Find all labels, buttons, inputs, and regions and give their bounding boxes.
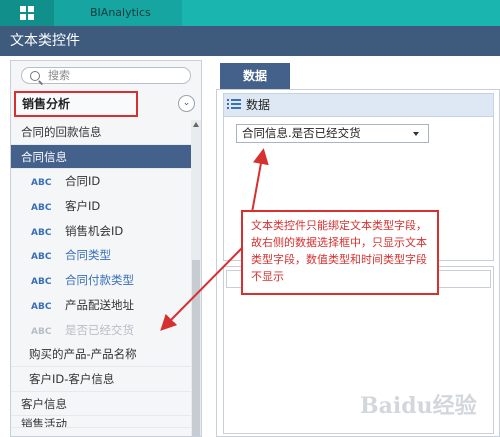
caret-down-icon[interactable] — [413, 132, 419, 136]
field-item[interactable]: ABC 是否已经交货 — [11, 318, 191, 343]
text-type-icon: ABC — [31, 326, 52, 337]
table-item[interactable]: 客户ID-客户信息 — [11, 367, 191, 392]
field-tree: 合同的回款信息 合同信息 ABC 合同ID ABC 客户ID ABC 销售机会ID ABC 合同类… — [11, 120, 191, 429]
field-item-label: 客户ID — [65, 199, 101, 214]
page-title: 文本类控件 — [0, 26, 500, 56]
field-item[interactable]: ABC 销售机会ID — [11, 219, 191, 244]
field-item-label: 产品配送地址 — [65, 297, 134, 312]
scrollbar-thumb[interactable] — [192, 260, 200, 436]
text-type-icon: ABC — [31, 277, 52, 288]
field-item-label: 是否已经交货 — [65, 322, 134, 337]
field-item-label: 合同付款类型 — [65, 273, 134, 288]
top-bar: BIAnalytics — [0, 0, 500, 26]
tab-data[interactable]: 数据 — [220, 63, 290, 89]
dataset-label[interactable]: 销售分析 — [14, 91, 138, 117]
table-item[interactable]: 客户信息 — [11, 392, 191, 417]
watermark: Baidu经验 — [360, 393, 477, 419]
scroll-up-icon[interactable] — [193, 122, 199, 127]
chevron-down-icon[interactable]: ⌄ — [178, 95, 195, 112]
field-item[interactable]: ABC 合同ID — [11, 169, 191, 194]
text-type-icon: ABC — [31, 252, 52, 263]
table-item[interactable]: 销售活动 — [11, 416, 191, 429]
field-item[interactable]: ABC 合同类型 — [11, 243, 191, 268]
field-select[interactable]: 合同信息.是否已经交货 — [236, 124, 429, 143]
search-icon — [30, 71, 40, 81]
text-type-icon: ABC — [31, 178, 52, 189]
data-section-header: 数据 — [223, 93, 494, 117]
text-type-icon: ABC — [31, 301, 52, 312]
dataset-selector[interactable]: 销售分析 ⌄ — [11, 89, 201, 119]
annotation-callout: 文本类控件只能绑定文本类型字段，故右侧的数据选择框中，只显示文本类型字段，数值类… — [241, 210, 439, 295]
list-icon — [227, 99, 241, 110]
table-item-selected[interactable]: 合同信息 — [11, 144, 191, 170]
search-placeholder: 搜索 — [48, 69, 70, 82]
text-type-icon: ABC — [31, 203, 52, 214]
field-item-label: 合同ID — [65, 174, 101, 189]
field-panel: 搜索 销售分析 ⌄ 合同的回款信息 合同信息 ABC 合同ID ABC 客户ID ABC 销售… — [10, 60, 202, 437]
text-type-icon: ABC — [31, 227, 52, 238]
field-item-label: 销售机会ID — [65, 223, 124, 238]
scrollbar[interactable] — [191, 120, 201, 436]
search-input[interactable]: 搜索 — [21, 67, 191, 84]
field-select-value: 合同信息.是否已经交货 — [242, 126, 361, 140]
apps-grid-icon[interactable] — [0, 0, 54, 26]
data-section-label: 数据 — [246, 98, 271, 112]
field-item[interactable]: ABC 产品配送地址 — [11, 293, 191, 318]
table-item[interactable]: 合同的回款信息 — [11, 120, 191, 145]
field-item-label: 合同类型 — [65, 248, 111, 263]
table-item[interactable]: 购买的产品-产品名称 — [11, 342, 191, 367]
field-item[interactable]: ABC 客户ID — [11, 194, 191, 219]
field-item[interactable]: ABC 合同付款类型 — [11, 268, 191, 293]
app-tab[interactable]: BIAnalytics — [54, 0, 182, 26]
